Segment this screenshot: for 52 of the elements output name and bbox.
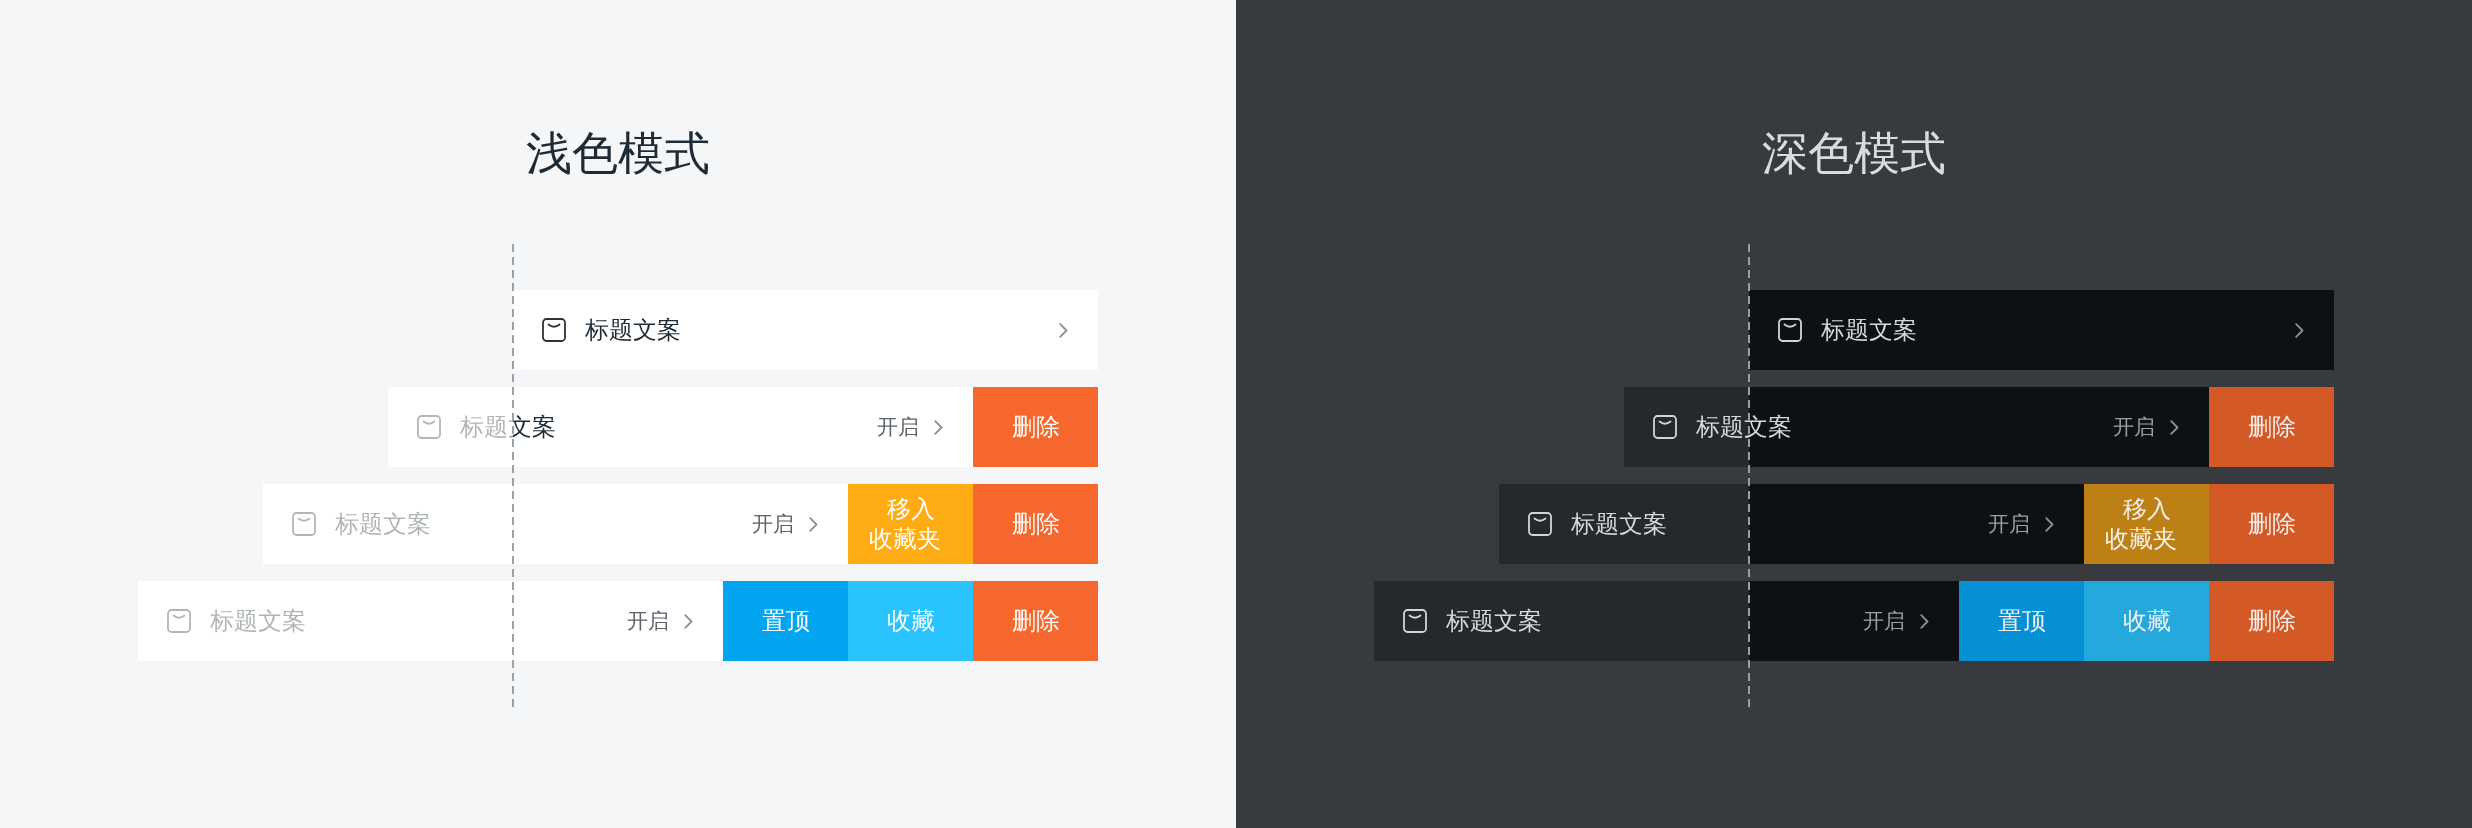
status-text: 开启 [877,414,919,441]
inbox-icon [292,512,316,536]
delete-button[interactable]: 删除 [2209,387,2334,467]
item-title: 标题文案 [1821,315,1917,346]
list-item[interactable]: 标题文案 开启 [263,484,848,564]
panel-title: 深色模式 [1762,125,1946,182]
list-item[interactable]: 标题文案 开启 [1374,581,1959,661]
chevron-right-icon [2045,516,2054,532]
chevron-right-icon [934,419,943,435]
list-item[interactable]: 标题文案 开启 [388,387,973,467]
item-title: 标题文案 [1446,606,1542,637]
delete-button[interactable]: 删除 [973,484,1098,564]
delete-button[interactable]: 删除 [973,581,1098,661]
inbox-icon [1403,609,1427,633]
inbox-icon [1653,415,1677,439]
list-item[interactable]: 标题文案 [1749,290,2334,370]
item-title: 标题文案 [335,509,431,540]
item-title: 标题文案 [210,606,306,637]
inbox-icon [1778,318,1802,342]
pin-top-button[interactable]: 置顶 [723,581,848,661]
favorite-button[interactable]: 收藏 [2084,581,2209,661]
delete-button[interactable]: 删除 [2209,581,2334,661]
chevron-right-icon [1059,322,1068,338]
item-title: 标题文案 [585,315,681,346]
status-text: 开启 [2113,414,2155,441]
status-text: 开启 [752,511,794,538]
pin-top-button[interactable]: 置顶 [1959,581,2084,661]
status-text: 开启 [1863,608,1905,635]
delete-button[interactable]: 删除 [2209,484,2334,564]
move-to-folder-button[interactable]: 移入收藏夹 [848,484,973,564]
list-item[interactable]: 标题文案 开启 [1624,387,2209,467]
panel-title: 浅色模式 [526,125,710,182]
chevron-right-icon [2170,419,2179,435]
favorite-button[interactable]: 收藏 [848,581,973,661]
inbox-icon [417,415,441,439]
move-to-folder-button[interactable]: 移入收藏夹 [2084,484,2209,564]
chevron-right-icon [1920,613,1929,629]
list-item[interactable]: 标题文案 开启 [138,581,723,661]
item-title: 标题文案 [460,412,556,443]
status-text: 开启 [627,608,669,635]
item-title: 标题文案 [1571,509,1667,540]
list-item[interactable]: 标题文案 开启 [1499,484,2084,564]
chevron-right-icon [2295,322,2304,338]
inbox-icon [167,609,191,633]
status-text: 开启 [1988,511,2030,538]
delete-button[interactable]: 删除 [973,387,1098,467]
item-title: 标题文案 [1696,412,1792,443]
chevron-right-icon [684,613,693,629]
inbox-icon [542,318,566,342]
inbox-icon [1528,512,1552,536]
list-item[interactable]: 标题文案 [513,290,1098,370]
chevron-right-icon [809,516,818,532]
